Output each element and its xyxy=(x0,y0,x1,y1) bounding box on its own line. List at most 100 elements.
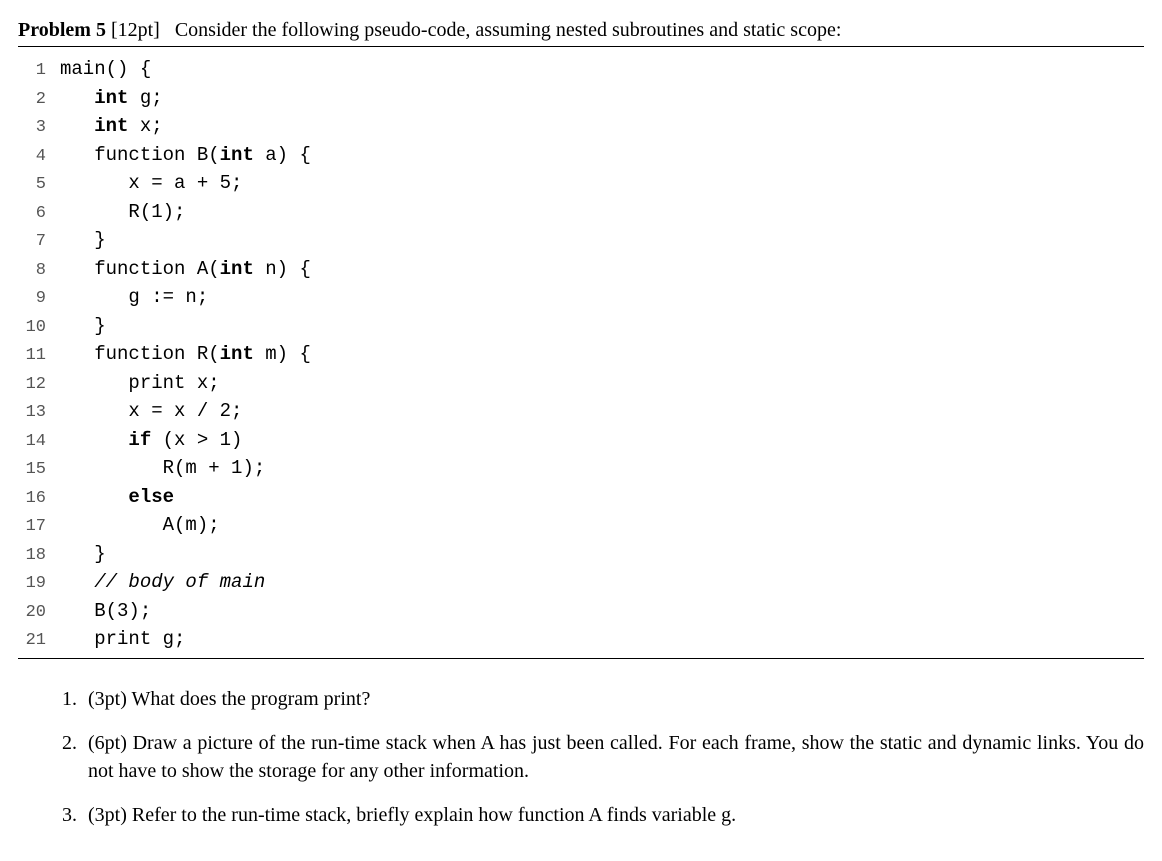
code-token: g := n; xyxy=(128,286,208,308)
code-line: 15 R(m + 1); xyxy=(18,454,1144,483)
code-token: print x; xyxy=(128,372,219,394)
code-content: B(3); xyxy=(60,597,151,626)
question-number: 3. xyxy=(62,801,88,829)
code-token: } xyxy=(94,315,105,337)
keyword: else xyxy=(128,486,174,508)
code-content: function R(int m) { xyxy=(60,340,311,369)
keyword: int xyxy=(94,115,128,137)
line-number: 7 xyxy=(18,229,60,255)
problem-prompt: Consider the following pseudo-code, assu… xyxy=(175,19,842,41)
code-token: print g; xyxy=(94,628,185,650)
code-content: g := n; xyxy=(60,283,208,312)
line-number: 13 xyxy=(18,400,60,426)
code-line: 12 print x; xyxy=(18,369,1144,398)
code-token: A(m); xyxy=(163,514,220,536)
code-line: 1main() { xyxy=(18,55,1144,84)
question-number: 1. xyxy=(62,685,88,713)
code-token: (x > 1) xyxy=(151,429,242,451)
keyword: int xyxy=(220,144,254,166)
line-number: 18 xyxy=(18,543,60,569)
code-line: 3 int x; xyxy=(18,112,1144,141)
code-line: 18 } xyxy=(18,540,1144,569)
code-line: 7 } xyxy=(18,226,1144,255)
line-number: 1 xyxy=(18,58,60,84)
code-line: 2 int g; xyxy=(18,84,1144,113)
line-number: 2 xyxy=(18,87,60,113)
code-content: A(m); xyxy=(60,511,220,540)
question-body: (6pt) Draw a picture of the run-time sta… xyxy=(88,729,1144,785)
code-block: 1main() {2 int g;3 int x;4 function B(in… xyxy=(18,55,1144,659)
code-content: main() { xyxy=(60,55,151,84)
code-content: function A(int n) { xyxy=(60,255,311,284)
code-line: 16 else xyxy=(18,483,1144,512)
code-token: function R( xyxy=(94,343,219,365)
code-content: if (x > 1) xyxy=(60,426,242,455)
code-token: function A( xyxy=(94,258,219,280)
line-number: 17 xyxy=(18,514,60,540)
code-token: R(1); xyxy=(128,201,185,223)
code-content: print g; xyxy=(60,625,185,654)
code-line: 4 function B(int a) { xyxy=(18,141,1144,170)
line-number: 15 xyxy=(18,457,60,483)
line-number: 10 xyxy=(18,315,60,341)
code-content: } xyxy=(60,312,106,341)
code-content: } xyxy=(60,540,106,569)
code-token: B(3); xyxy=(94,600,151,622)
line-number: 5 xyxy=(18,172,60,198)
code-token: a) { xyxy=(254,144,311,166)
code-token: } xyxy=(94,543,105,565)
code-token: m) { xyxy=(254,343,311,365)
code-line: 20 B(3); xyxy=(18,597,1144,626)
line-number: 9 xyxy=(18,286,60,312)
code-line: 10 } xyxy=(18,312,1144,341)
code-line: 17 A(m); xyxy=(18,511,1144,540)
line-number: 16 xyxy=(18,486,60,512)
line-number: 19 xyxy=(18,571,60,597)
code-content: int x; xyxy=(60,112,163,141)
code-content: x = a + 5; xyxy=(60,169,242,198)
code-token: x; xyxy=(128,115,162,137)
code-content: x = x / 2; xyxy=(60,397,242,426)
problem-header: Problem 5 [12pt] Consider the following … xyxy=(18,16,1144,47)
question-body: (3pt) What does the program print? xyxy=(88,685,1144,713)
questions-list: 1.(3pt) What does the program print?2.(6… xyxy=(18,675,1144,829)
code-token: R(m + 1); xyxy=(163,457,266,479)
code-line: 11 function R(int m) { xyxy=(18,340,1144,369)
line-number: 8 xyxy=(18,258,60,284)
code-line: 13 x = x / 2; xyxy=(18,397,1144,426)
line-number: 3 xyxy=(18,115,60,141)
code-content: R(1); xyxy=(60,198,185,227)
line-number: 12 xyxy=(18,372,60,398)
code-content: int g; xyxy=(60,84,163,113)
problem-points: [12pt] xyxy=(111,19,160,41)
code-token: x = a + 5; xyxy=(128,172,242,194)
code-content: R(m + 1); xyxy=(60,454,265,483)
code-token: n) { xyxy=(254,258,311,280)
question-item: 3.(3pt) Refer to the run-time stack, bri… xyxy=(62,801,1144,829)
question-item: 2.(6pt) Draw a picture of the run-time s… xyxy=(62,729,1144,785)
code-line: 14 if (x > 1) xyxy=(18,426,1144,455)
line-number: 6 xyxy=(18,201,60,227)
line-number: 21 xyxy=(18,628,60,654)
code-token: x = x / 2; xyxy=(128,400,242,422)
line-number: 11 xyxy=(18,343,60,369)
code-content: } xyxy=(60,226,106,255)
code-line: 8 function A(int n) { xyxy=(18,255,1144,284)
problem-spacer xyxy=(165,19,170,41)
line-number: 4 xyxy=(18,144,60,170)
keyword: if xyxy=(128,429,151,451)
question-number: 2. xyxy=(62,729,88,757)
code-token: } xyxy=(94,229,105,251)
code-token: main() { xyxy=(60,58,151,80)
code-content: function B(int a) { xyxy=(60,141,311,170)
code-line: 19 // body of main xyxy=(18,568,1144,597)
code-line: 21 print g; xyxy=(18,625,1144,654)
code-content: // body of main xyxy=(60,568,265,597)
keyword: int xyxy=(220,343,254,365)
code-content: else xyxy=(60,483,174,512)
keyword: int xyxy=(94,87,128,109)
question-body: (3pt) Refer to the run-time stack, brief… xyxy=(88,801,1144,829)
code-line: 6 R(1); xyxy=(18,198,1144,227)
line-number: 14 xyxy=(18,429,60,455)
code-content: print x; xyxy=(60,369,220,398)
